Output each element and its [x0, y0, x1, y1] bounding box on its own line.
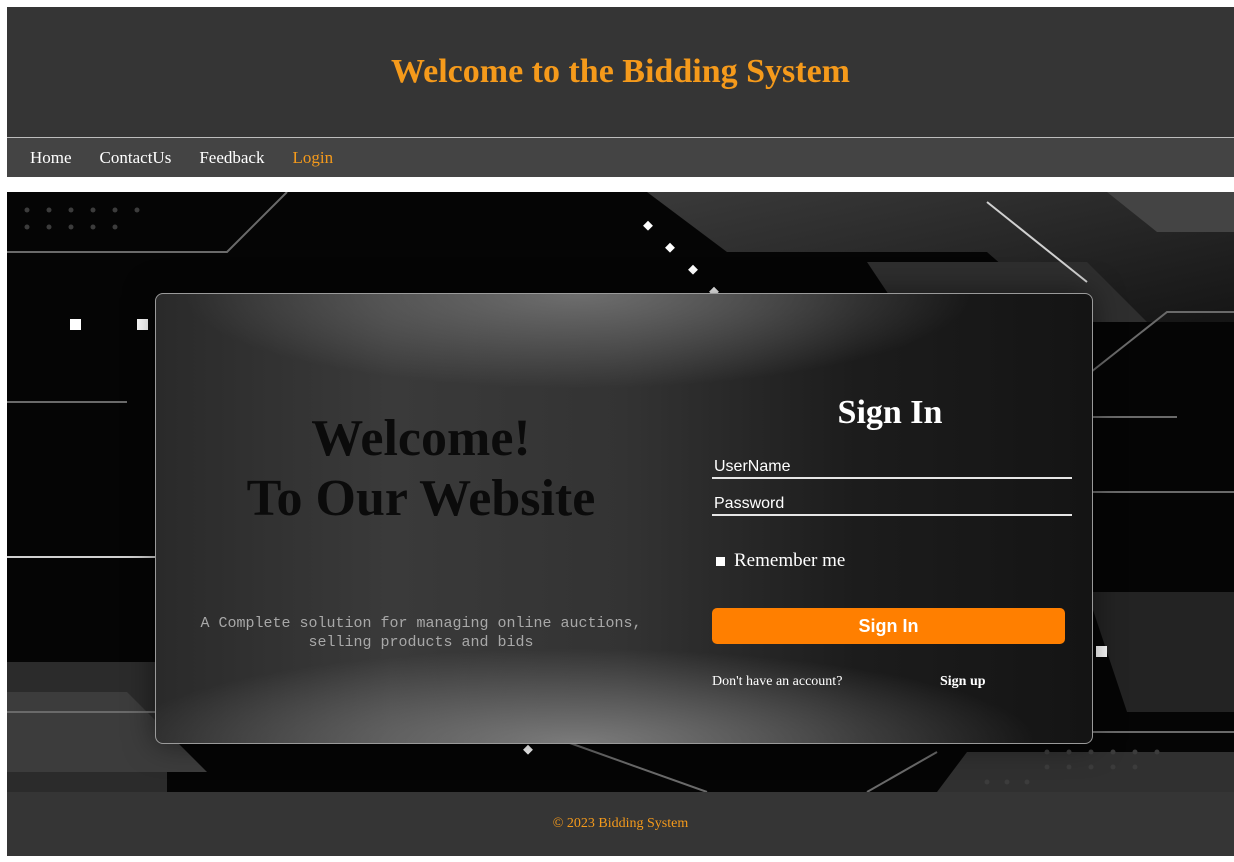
tagline: A Complete solution for managing online …: [186, 614, 656, 652]
site-footer: © 2023 Bidding System: [7, 792, 1234, 856]
tagline-line-1: A Complete solution for managing online …: [200, 615, 642, 632]
nav-feedback[interactable]: Feedback: [199, 148, 264, 168]
site-title: Welcome to the Bidding System: [391, 53, 850, 90]
remember-me-checkbox[interactable]: [716, 556, 725, 566]
username-input[interactable]: [712, 457, 1072, 479]
welcome-line-1: Welcome!: [311, 410, 531, 467]
no-account-text: Don't have an account?: [712, 674, 843, 689]
nav-login[interactable]: Login: [292, 148, 333, 168]
remember-me: Remember me: [716, 550, 845, 572]
welcome-line-2: To Our Website: [246, 470, 596, 527]
login-card: Welcome! To Our Website A Complete solut…: [155, 293, 1093, 744]
footer-copyright: © 2023 Bidding System: [552, 816, 689, 831]
welcome-heading: Welcome! To Our Website: [156, 409, 686, 529]
tagline-line-2: selling products and bids: [308, 634, 534, 651]
nav-home[interactable]: Home: [30, 148, 72, 168]
remember-me-label: Remember me: [734, 550, 846, 571]
sign-up-link[interactable]: Sign up: [940, 674, 986, 690]
site-header: Welcome to the Bidding System: [7, 7, 1234, 138]
sign-in-button[interactable]: Sign In: [712, 608, 1065, 644]
nav-contactus[interactable]: ContactUs: [100, 148, 172, 168]
signin-title: Sign In: [837, 394, 943, 431]
password-input[interactable]: [712, 494, 1072, 516]
hero-section: Welcome! To Our Website A Complete solut…: [7, 192, 1234, 792]
top-nav: Home ContactUs Feedback Login: [7, 138, 1234, 177]
